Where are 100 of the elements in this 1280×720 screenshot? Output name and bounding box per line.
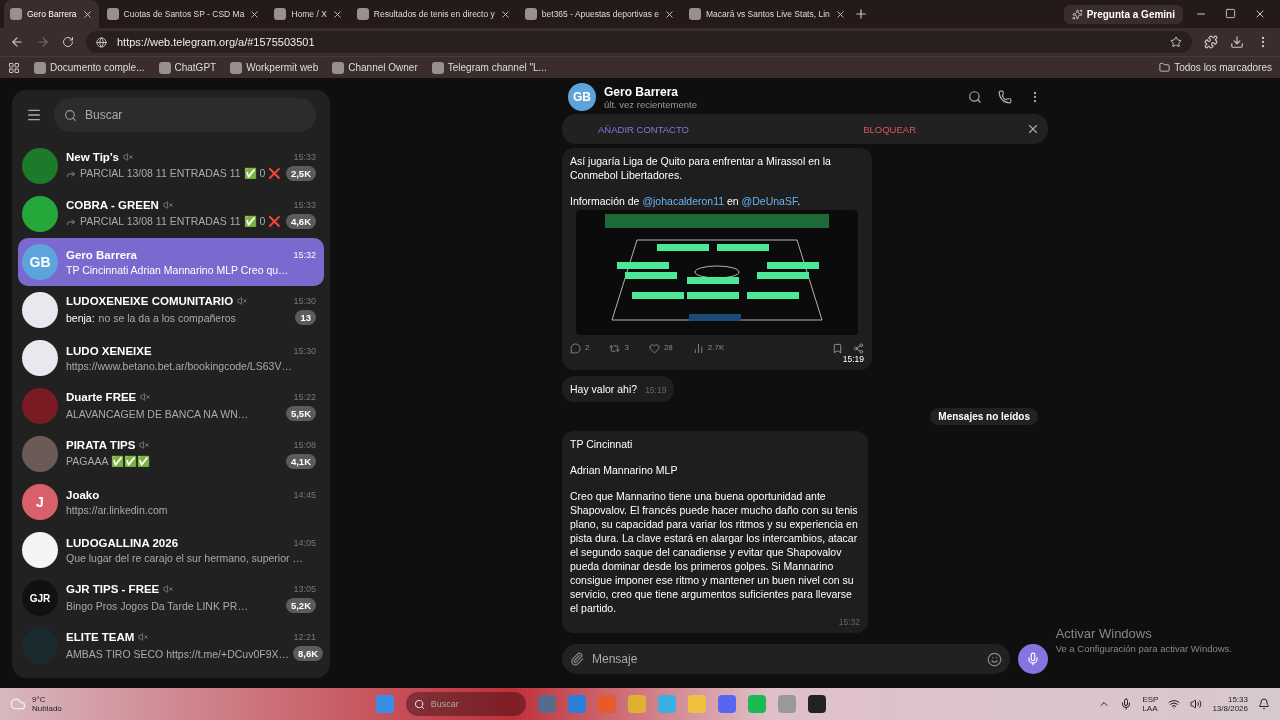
chat-list-item[interactable]: PIRATA TIPS 15:08 PAGAAA ✅✅✅ 4,1K bbox=[18, 430, 324, 478]
chat-time: 15:33 bbox=[293, 200, 316, 210]
plus-icon bbox=[853, 7, 868, 21]
globe-icon bbox=[96, 36, 107, 48]
menu-icon bbox=[26, 107, 42, 123]
stat-count: 2 bbox=[585, 343, 590, 355]
avatar: GJR bbox=[22, 580, 58, 616]
chat-name: LUDO XENEIXE bbox=[66, 344, 152, 357]
avatar: GB bbox=[568, 83, 596, 111]
close-icon bbox=[249, 8, 261, 20]
search-field[interactable]: Buscar bbox=[85, 98, 306, 132]
chat-list-item[interactable]: New Tip's 15:33 PARCIAL 13/08 11 ENTRADAS 11 ✅ 0 ❌ 2,5K bbox=[18, 142, 324, 190]
address-bar[interactable]: https://web.telegram.org/a/#1575503501 bbox=[86, 31, 1192, 53]
unread-count: 5,5K bbox=[285, 406, 316, 421]
folder-icon bbox=[1159, 62, 1171, 73]
contact-name: Gero Barrera bbox=[604, 84, 680, 99]
chat-name: PIRATA TIPS bbox=[66, 439, 136, 451]
download-icon bbox=[1230, 35, 1244, 49]
chat-name: New Tip's bbox=[66, 151, 119, 163]
chat-time: 14:45 bbox=[293, 489, 316, 500]
favicon-icon bbox=[158, 61, 171, 74]
avatar: GB bbox=[22, 244, 58, 280]
chat-list-item[interactable]: GB Gero Barrera 15:32 TP Cincinnati Adrian Mannarino MLP Creo qu… bbox=[18, 238, 324, 286]
chat-name: LUDOGALLINA 2026 bbox=[66, 536, 179, 549]
browser-tab[interactable]: Home / X bbox=[268, 0, 349, 28]
chat-time: 14:05 bbox=[293, 537, 316, 548]
message-preview: https://ar.linkedin.com bbox=[66, 503, 168, 516]
favicon-icon bbox=[230, 61, 243, 74]
chat-list-item[interactable]: J Joako 14:45 https://ar.linkedin.com bbox=[18, 478, 324, 526]
speech-bubble-icon bbox=[570, 343, 581, 355]
message-time: 15:19 bbox=[841, 354, 864, 366]
favicon-icon bbox=[332, 61, 345, 74]
bookmark-link[interactable]: Telegram channel "L... bbox=[431, 61, 547, 74]
browser-tab[interactable]: Macará vs Santos Live Stats, Lin bbox=[683, 0, 852, 28]
message-time: 15:32 bbox=[837, 617, 860, 629]
browser-tab[interactable]: Resultados de tenis en directo y bbox=[350, 0, 517, 28]
favicon-icon bbox=[34, 61, 46, 74]
chat-list-item[interactable]: ELITE TEAM 12:21 AMBAS TIRO SECO https://t.me/+DCuv0F9X… 8,6K bbox=[18, 622, 324, 670]
bar-chart-icon bbox=[692, 343, 704, 355]
repost-icon bbox=[609, 343, 621, 355]
taskbar-search-bar[interactable]: Buscar bbox=[405, 692, 526, 716]
browser-tab[interactable]: bet365 - Apuestas deportivas e bbox=[518, 0, 681, 28]
message-text: TP Cincinnati bbox=[570, 436, 634, 451]
browser-tab[interactable]: Cuotas de Santos SP - CSD Ma bbox=[100, 0, 267, 28]
layout-label: LAA bbox=[1142, 704, 1159, 713]
chat-list-item[interactable]: LUDO XENEIXE 15:30 https://www.betano.bet.ar/bookingcode/LS63V… bbox=[18, 334, 324, 382]
gemini-button[interactable]: Pregunta a Gemini bbox=[1063, 4, 1183, 24]
mention-link[interactable]: @DeUnaSF bbox=[741, 195, 798, 208]
weather-label: Nublado bbox=[32, 704, 62, 713]
add-contact-button[interactable]: AÑADIR CONTACTO bbox=[592, 122, 754, 136]
message-preview: ALAVANCAGEM DE BANCA NA WN… bbox=[66, 407, 249, 420]
search-bar[interactable]: Buscar bbox=[54, 98, 316, 132]
bookmark-link[interactable]: Documento comple... bbox=[34, 61, 145, 74]
taskbar-search-field[interactable]: Buscar bbox=[430, 692, 518, 716]
reload-icon bbox=[62, 36, 74, 48]
message-time: 15:19 bbox=[645, 384, 667, 396]
sender-name: benja: bbox=[66, 311, 95, 324]
unread-count: 8,6K bbox=[293, 646, 324, 661]
browser-tab[interactable]: Gero Barrera bbox=[4, 0, 99, 28]
unread-divider: Mensajes no leídos bbox=[930, 407, 1038, 425]
favicon-icon bbox=[431, 61, 444, 74]
message-preview: Que lugar del re carajo el sur hermano, superior … bbox=[66, 551, 303, 564]
message-preview: AMBAS TIRO SECO https://t.me/+DCuv0F9X… bbox=[66, 647, 289, 660]
microphone-icon bbox=[1120, 698, 1133, 710]
chat-list-item[interactable]: Duarte FREE 15:22 ALAVANCAGEM DE BANCA NA WN… 5,5K bbox=[18, 382, 324, 430]
temperature: 9°C bbox=[32, 695, 47, 704]
message-text: Información de @johacalderon11 en @DeUnaSF. bbox=[570, 194, 802, 209]
microphone-button[interactable] bbox=[1018, 644, 1048, 674]
search-icon bbox=[968, 90, 982, 104]
chat-name: COBRA - GREEN bbox=[66, 199, 159, 211]
chat-name: Joako bbox=[66, 488, 100, 501]
smiley-icon bbox=[987, 651, 1002, 667]
close-icon bbox=[331, 8, 343, 20]
favicon-icon bbox=[10, 8, 22, 20]
chat-name: LUDOXENEIXE COMUNITARIO bbox=[66, 295, 234, 307]
chat-time: 15:30 bbox=[293, 345, 316, 356]
activation-notice: Ve a Configuración para activar Windows. bbox=[1055, 643, 1232, 654]
chat-time: 15:32 bbox=[293, 249, 316, 260]
stat-count: 2.7K bbox=[707, 343, 725, 355]
close-icon bbox=[1026, 122, 1040, 136]
unread-count: 4,1K bbox=[285, 454, 316, 469]
chat-list-item[interactable]: GJR GJR TIPS - FREE 13:05 Bingo Pros Jogos Da Tarde LINK PR… 5,2K bbox=[18, 574, 324, 622]
language-label: ESP bbox=[1142, 695, 1159, 704]
apps-grid-icon bbox=[8, 61, 20, 74]
bookmark-link[interactable]: Channel Owner bbox=[332, 61, 418, 74]
bookmark-link[interactable]: Workpermit web bbox=[230, 61, 319, 74]
chat-list-item[interactable]: COBRA - GREEN 15:33 PARCIAL 13/08 11 ENTRADAS 11 ✅ 0 ❌ 4,6K bbox=[18, 190, 324, 238]
close-icon bbox=[81, 8, 93, 20]
all-bookmarks-link[interactable]: Todos los marcadores bbox=[1159, 62, 1272, 73]
bookmark-link[interactable]: ChatGPT bbox=[158, 61, 217, 74]
favicon-icon bbox=[356, 8, 369, 20]
chat-list-item[interactable]: LUDOXENEIXE COMUNITARIO 15:30 benja: no se la da a los compañeros 13 bbox=[18, 286, 324, 334]
block-button[interactable]: BLOQUEAR bbox=[754, 122, 1026, 136]
mention-link[interactable]: @johacalderon11 bbox=[642, 195, 725, 208]
chat-time: 15:22 bbox=[293, 392, 316, 402]
taskbar-app-icon[interactable] bbox=[807, 695, 826, 713]
phone-icon bbox=[998, 90, 1012, 104]
message-text: Creo que Mannarino tiene una buena oportunidad ante Shapovalov. El francés puede hacer mucho daño con su tenis plano, su capacidad para variar los ritmos y su experiencia en pista dura. La clave estará en alargar los intercambios, atacar el segundo saque del canadiense y evitar que Shapovalov pueda dominar desde los primeros golpes. Si Mannarino consigue imponer ese ritmo y mantener un buen nivel con su servicio, creo que tiene argumentos suficientes para llevarse el partido. bbox=[570, 488, 859, 616]
chat-list-item[interactable]: LUDOGALLINA 2026 14:05 Que lugar del re carajo el sur hermano, superior … bbox=[18, 526, 324, 574]
favicon-icon bbox=[274, 8, 287, 20]
